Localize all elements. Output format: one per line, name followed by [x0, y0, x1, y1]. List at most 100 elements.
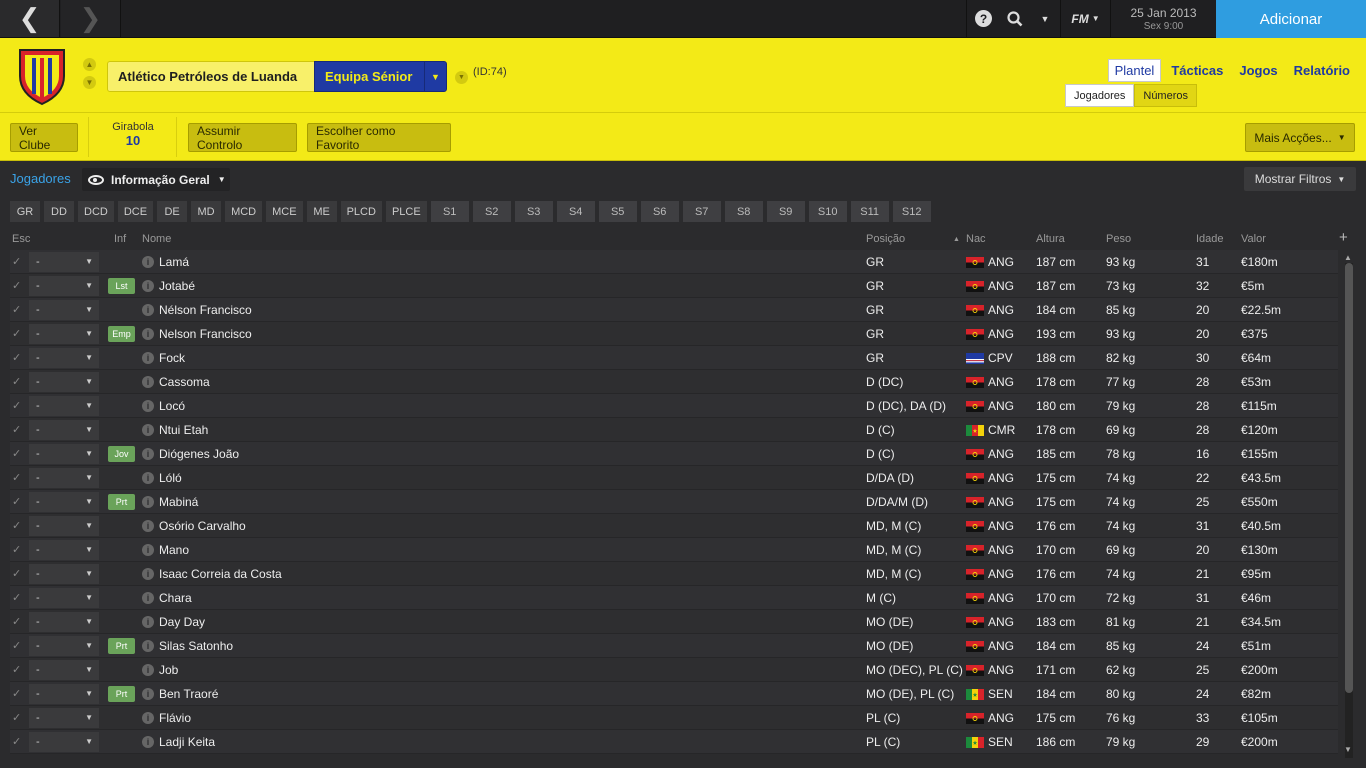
- slot-filter-s12[interactable]: S12: [892, 201, 931, 222]
- info-icon[interactable]: i: [142, 400, 154, 412]
- selection-dropdown[interactable]: - ▼: [29, 540, 99, 560]
- position-filter-plce[interactable]: PLCE: [385, 201, 427, 222]
- more-actions-button[interactable]: Mais Acções... ▼: [1245, 123, 1355, 152]
- player-row[interactable]: ✓ - ▼ i Job MO (DEC), PL (C) ANG 171 cm 62 kg 25 €…: [10, 658, 1338, 682]
- position-filter-me[interactable]: ME: [306, 201, 337, 222]
- player-name[interactable]: Lóló: [159, 471, 182, 485]
- player-row[interactable]: ✓ - ▼ i Cassoma D (DC) ANG 178 cm 77 kg 28 €53m: [10, 370, 1338, 394]
- selection-dropdown[interactable]: - ▼: [29, 564, 99, 584]
- checkmark-icon[interactable]: ✓: [12, 471, 26, 484]
- col-inf[interactable]: Inf: [114, 233, 126, 245]
- checkmark-icon[interactable]: ✓: [12, 255, 26, 268]
- info-icon[interactable]: i: [142, 424, 154, 436]
- status-badge[interactable]: Prt: [108, 638, 135, 654]
- search-dropdown-button[interactable]: ▼: [1030, 0, 1060, 37]
- player-name[interactable]: Lamá: [159, 255, 189, 269]
- player-name[interactable]: Diógenes João: [159, 447, 239, 461]
- selection-dropdown[interactable]: - ▼: [29, 300, 99, 320]
- player-nationality[interactable]: ANG: [988, 495, 1014, 509]
- info-icon[interactable]: i: [142, 448, 154, 460]
- player-row[interactable]: ✓ - ▼ i Mano MD, M (C) ANG 170 cm 69 kg 20 €130m: [10, 538, 1338, 562]
- info-icon[interactable]: i: [142, 568, 154, 580]
- player-nationality[interactable]: ANG: [988, 639, 1014, 653]
- player-name[interactable]: Osório Carvalho: [159, 519, 246, 533]
- player-name[interactable]: Nélson Francisco: [159, 303, 252, 317]
- scroll-up-icon[interactable]: ▲: [1344, 253, 1352, 262]
- col-esc[interactable]: Esc: [12, 233, 30, 245]
- position-filter-md[interactable]: MD: [191, 201, 222, 222]
- position-filter-dd[interactable]: DD: [44, 201, 74, 222]
- player-nationality[interactable]: ANG: [988, 543, 1014, 557]
- checkmark-icon[interactable]: ✓: [12, 615, 26, 628]
- fm-menu-button[interactable]: FM ▼: [1060, 0, 1110, 37]
- info-icon[interactable]: i: [142, 544, 154, 556]
- player-nationality[interactable]: CPV: [988, 351, 1013, 365]
- tab-relatorio[interactable]: Relatório: [1288, 59, 1356, 82]
- status-badge[interactable]: Jov: [108, 446, 135, 462]
- info-icon[interactable]: i: [142, 328, 154, 340]
- player-row[interactable]: ✓ - ▼ i Flávio PL (C) ANG 175 cm 76 kg 33 €105m: [10, 706, 1338, 730]
- help-button[interactable]: ?: [966, 0, 1000, 37]
- slot-filter-s9[interactable]: S9: [766, 201, 805, 222]
- slot-filter-s8[interactable]: S8: [724, 201, 763, 222]
- player-row[interactable]: ✓ - ▼ i Nélson Francisco GR ANG 184 cm 85 kg 20 €2…: [10, 298, 1338, 322]
- checkmark-icon[interactable]: ✓: [12, 327, 26, 340]
- player-nationality[interactable]: ANG: [988, 303, 1014, 317]
- player-nationality[interactable]: ANG: [988, 447, 1014, 461]
- player-name[interactable]: Mabiná: [159, 495, 198, 509]
- info-icon[interactable]: i: [142, 688, 154, 700]
- team-options-button[interactable]: ▼: [455, 71, 468, 84]
- selection-dropdown[interactable]: - ▼: [29, 420, 99, 440]
- player-nationality[interactable]: CMR: [988, 423, 1015, 437]
- col-name[interactable]: Nome: [142, 233, 171, 245]
- player-row[interactable]: ✓ - ▼ i Lóló D/DA (D) ANG 175 cm 74 kg 22 €43.5m: [10, 466, 1338, 490]
- info-icon[interactable]: i: [142, 712, 154, 724]
- player-name[interactable]: Locó: [159, 399, 185, 413]
- slot-filter-s7[interactable]: S7: [682, 201, 721, 222]
- view-club-button[interactable]: Ver Clube: [10, 123, 78, 152]
- checkmark-icon[interactable]: ✓: [12, 591, 26, 604]
- status-badge[interactable]: Prt: [108, 686, 135, 702]
- player-name[interactable]: Jotabé: [159, 279, 195, 293]
- player-name[interactable]: Silas Satonho: [159, 639, 233, 653]
- player-row[interactable]: ✓ - ▼ i Lamá GR ANG 187 cm 93 kg 31 €180m: [10, 250, 1338, 274]
- tab-jogos[interactable]: Jogos: [1233, 59, 1283, 82]
- info-icon[interactable]: i: [142, 256, 154, 268]
- scroll-thumb[interactable]: [1345, 263, 1353, 693]
- col-weight[interactable]: Peso: [1106, 233, 1131, 245]
- slot-filter-s1[interactable]: S1: [430, 201, 469, 222]
- slot-filter-s4[interactable]: S4: [556, 201, 595, 222]
- player-row[interactable]: ✓ - ▼ Jov i Diógenes João D (C) ANG 185 cm 78 kg 1…: [10, 442, 1338, 466]
- info-icon[interactable]: i: [142, 616, 154, 628]
- player-nationality[interactable]: ANG: [988, 615, 1014, 629]
- player-row[interactable]: ✓ - ▼ i Ladji Keita PL (C) SEN 186 cm 79 kg 29 €20…: [10, 730, 1338, 754]
- checkmark-icon[interactable]: ✓: [12, 303, 26, 316]
- selection-dropdown[interactable]: - ▼: [29, 276, 99, 296]
- col-height[interactable]: Altura: [1036, 233, 1065, 245]
- player-row[interactable]: ✓ - ▼ i Fock GR CPV 188 cm 82 kg 30 €64m: [10, 346, 1338, 370]
- player-row[interactable]: ✓ - ▼ Prt i Mabiná D/DA/M (D) ANG 175 cm 74 kg 25 €…: [10, 490, 1338, 514]
- selection-dropdown[interactable]: - ▼: [29, 516, 99, 536]
- checkmark-icon[interactable]: ✓: [12, 567, 26, 580]
- continue-button[interactable]: Adicionar: [1216, 0, 1366, 38]
- game-date[interactable]: 25 Jan 2013 Sex 9:00: [1110, 0, 1216, 37]
- player-row[interactable]: ✓ - ▼ i Isaac Correia da Costa MD, M (C) ANG 17…: [10, 562, 1338, 586]
- next-club-button[interactable]: ▼: [83, 76, 96, 89]
- player-nationality[interactable]: ANG: [988, 567, 1014, 581]
- scroll-down-icon[interactable]: ▼: [1344, 745, 1352, 754]
- player-nationality[interactable]: ANG: [988, 519, 1014, 533]
- player-row[interactable]: ✓ - ▼ i Locó D (DC), DA (D) ANG 180 cm 79 kg 28 €1…: [10, 394, 1338, 418]
- player-name[interactable]: Ladji Keita: [159, 735, 215, 749]
- status-badge[interactable]: Lst: [108, 278, 135, 294]
- add-column-icon[interactable]: +: [1339, 229, 1348, 246]
- player-nationality[interactable]: ANG: [988, 375, 1014, 389]
- subtab-jogadores[interactable]: Jogadores: [1065, 84, 1135, 107]
- player-nationality[interactable]: ANG: [988, 711, 1014, 725]
- selection-dropdown[interactable]: - ▼: [29, 636, 99, 656]
- player-row[interactable]: ✓ - ▼ i Day Day MO (DE) ANG 183 cm 81 kg 21 €34.5m: [10, 610, 1338, 634]
- slot-filter-s3[interactable]: S3: [514, 201, 553, 222]
- back-button[interactable]: ❮: [0, 0, 60, 37]
- info-icon[interactable]: i: [142, 280, 154, 292]
- info-icon[interactable]: i: [142, 736, 154, 748]
- info-icon[interactable]: i: [142, 664, 154, 676]
